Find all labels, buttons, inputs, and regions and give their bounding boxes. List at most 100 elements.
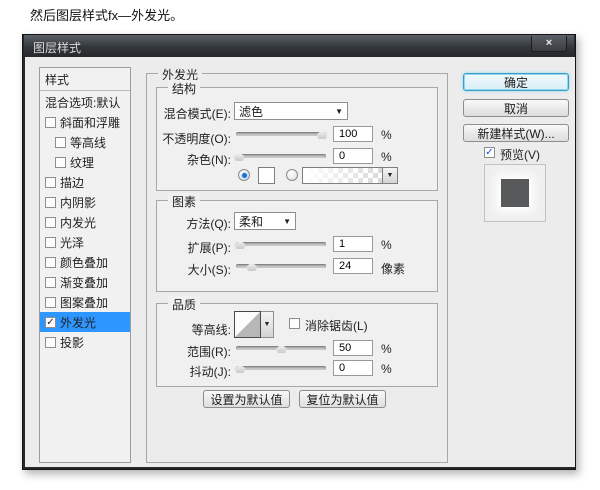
sidebar-item-label: 斜面和浮雕	[60, 114, 120, 131]
sidebar-item-label: 描边	[60, 174, 84, 191]
antialias-label: 消除锯齿(L)	[305, 317, 368, 334]
styles-list-header: 样式	[45, 71, 69, 88]
checkbox-contour[interactable]	[55, 137, 66, 148]
noise-slider[interactable]	[236, 152, 326, 161]
glow-gradient-radio[interactable]	[286, 169, 298, 181]
sidebar-item-label: 颜色叠加	[60, 254, 108, 271]
sidebar-item-label: 等高线	[70, 134, 106, 151]
sidebar-item-outer-glow[interactable]: ✓ 外发光	[40, 312, 130, 332]
page: 然后图层样式fx—外发光。 图层样式 × 样式 混合选项:默认 斜面和浮雕	[0, 0, 600, 490]
sidebar-item-bevel-emboss[interactable]: 斜面和浮雕	[40, 112, 130, 132]
jitter-unit: %	[381, 362, 392, 376]
sidebar-item-label: 投影	[60, 334, 84, 351]
spread-slider-track[interactable]	[236, 242, 326, 246]
sidebar-item-label: 渐变叠加	[60, 274, 108, 291]
size-slider[interactable]	[236, 262, 326, 271]
checkbox-outer-glow-checked[interactable]: ✓	[45, 317, 56, 328]
dialog-titlebar[interactable]: 图层样式 ×	[24, 35, 574, 57]
gradient-picker-button[interactable]: ▼	[382, 167, 398, 184]
sidebar-item-color-overlay[interactable]: 颜色叠加	[40, 252, 130, 272]
spread-slider[interactable]	[236, 240, 326, 249]
glow-gradient-bar[interactable]	[302, 167, 383, 184]
jitter-input[interactable]	[333, 360, 373, 376]
checkbox-texture[interactable]	[55, 157, 66, 168]
new-style-button[interactable]: 新建样式(W)...	[463, 124, 569, 142]
chevron-down-icon: ▼	[335, 107, 343, 116]
checkbox-drop-shadow[interactable]	[45, 337, 56, 348]
size-input[interactable]	[333, 258, 373, 274]
checkbox-inner-glow[interactable]	[45, 217, 56, 228]
blend-mode-dropdown[interactable]: 滤色 ▼	[234, 102, 348, 120]
opacity-unit: %	[381, 128, 392, 142]
checkbox-color-overlay[interactable]	[45, 257, 56, 268]
technique-value: 柔和	[239, 213, 263, 230]
close-button[interactable]: ×	[531, 36, 567, 52]
range-label: 范围(R):	[125, 343, 231, 360]
technique-label: 方法(Q):	[125, 215, 231, 232]
set-default-button[interactable]: 设置为默认值	[203, 390, 290, 408]
sidebar-item-inner-glow[interactable]: 内发光	[40, 212, 130, 232]
jitter-slider[interactable]	[236, 364, 326, 373]
noise-unit: %	[381, 150, 392, 164]
technique-dropdown[interactable]: 柔和 ▼	[234, 212, 296, 230]
check-icon: ✓	[46, 317, 54, 328]
cancel-button[interactable]: 取消	[463, 99, 569, 117]
opacity-slider[interactable]	[236, 130, 326, 139]
contour-picker-button[interactable]: ▼	[261, 311, 274, 338]
noise-slider-track[interactable]	[236, 154, 326, 158]
noise-input[interactable]	[333, 148, 373, 164]
checkbox-bevel-emboss[interactable]	[45, 117, 56, 128]
sidebar-item-inner-shadow[interactable]: 内阴影	[40, 192, 130, 212]
reset-default-button[interactable]: 复位为默认值	[299, 390, 386, 408]
sidebar-item-pattern-overlay[interactable]: 图案叠加	[40, 292, 130, 312]
chevron-down-icon: ▼	[387, 172, 394, 179]
sidebar-item-blending-options[interactable]: 混合选项:默认	[40, 92, 130, 112]
checkbox-gradient-overlay[interactable]	[45, 277, 56, 288]
checkbox-inner-shadow[interactable]	[45, 197, 56, 208]
sidebar-item-label: 纹理	[70, 154, 94, 171]
sidebar-item-label: 混合选项:默认	[45, 94, 120, 111]
preview-label: 预览(V)	[500, 146, 540, 163]
antialias-checkbox[interactable]	[289, 318, 300, 329]
sidebar-item-texture[interactable]: 纹理	[40, 152, 130, 172]
close-icon: ×	[546, 37, 552, 49]
styles-list-separator	[40, 90, 130, 91]
sidebar-item-contour[interactable]: 等高线	[40, 132, 130, 152]
glow-color-radio-selected[interactable]	[238, 169, 250, 181]
size-label: 大小(S):	[125, 261, 231, 278]
ok-button[interactable]: 确定	[463, 73, 569, 91]
chevron-down-icon: ▼	[264, 321, 271, 328]
layer-style-dialog: 图层样式 × 样式 混合选项:默认 斜面和浮雕 等高线	[22, 34, 576, 470]
sidebar-item-satin[interactable]: 光泽	[40, 232, 130, 252]
dialog-title: 图层样式	[33, 39, 81, 56]
spread-input[interactable]	[333, 236, 373, 252]
opacity-slider-track[interactable]	[236, 132, 326, 136]
quality-group-title: 品质	[168, 296, 200, 313]
glow-color-swatch[interactable]	[258, 167, 275, 184]
spread-label: 扩展(P):	[125, 239, 231, 256]
opacity-input[interactable]	[333, 126, 373, 142]
sidebar-item-label: 图案叠加	[60, 294, 108, 311]
sidebar-item-stroke[interactable]: 描边	[40, 172, 130, 192]
check-icon: ✓	[485, 147, 493, 158]
checkbox-satin[interactable]	[45, 237, 56, 248]
noise-label: 杂色(N):	[125, 151, 231, 168]
blend-mode-value: 滤色	[239, 103, 263, 120]
range-slider[interactable]	[236, 344, 326, 353]
sidebar-item-gradient-overlay[interactable]: 渐变叠加	[40, 272, 130, 292]
chevron-down-icon: ▼	[283, 217, 291, 226]
jitter-slider-track[interactable]	[236, 366, 326, 370]
sidebar-item-label: 内发光	[60, 214, 96, 231]
styles-list: 混合选项:默认 斜面和浮雕 等高线 纹理 描边	[40, 92, 130, 352]
style-preview-thumbnail	[484, 164, 546, 222]
size-unit: 像素	[381, 260, 405, 277]
preview-checkbox[interactable]: ✓	[484, 147, 495, 158]
range-input[interactable]	[333, 340, 373, 356]
checkbox-pattern-overlay[interactable]	[45, 297, 56, 308]
range-unit: %	[381, 342, 392, 356]
opacity-label: 不透明度(O):	[125, 130, 231, 147]
sidebar-item-drop-shadow[interactable]: 投影	[40, 332, 130, 352]
checkbox-stroke[interactable]	[45, 177, 56, 188]
contour-thumbnail[interactable]	[234, 311, 261, 338]
page-caption: 然后图层样式fx—外发光。	[30, 5, 183, 24]
